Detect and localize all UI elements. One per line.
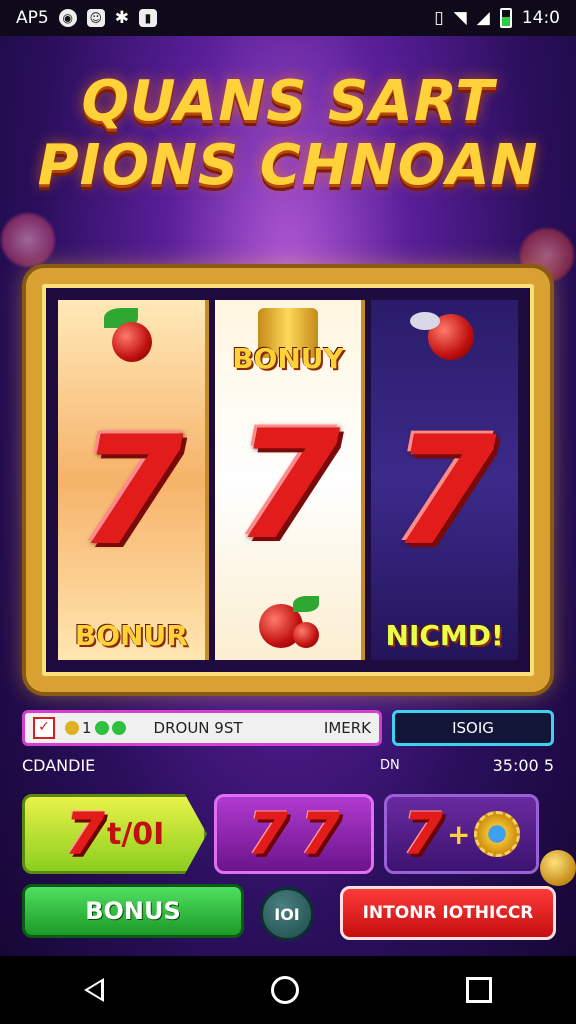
recents-icon[interactable] xyxy=(466,977,493,1003)
seven-symbol: 7 xyxy=(402,800,443,868)
vibrate-icon: ▯ xyxy=(434,8,444,28)
signal-icon: ◢ xyxy=(476,8,490,28)
navigation-bar xyxy=(0,956,576,1024)
mode-label: IMERK xyxy=(323,719,371,737)
slot-machine-frame: 7 BONUR BONUY 7 7 NICMD! xyxy=(26,268,550,692)
back-icon[interactable] xyxy=(83,978,104,1002)
home-icon[interactable] xyxy=(270,976,299,1004)
status-row: CDANDIE DN 35:00 5 xyxy=(22,752,554,778)
gear-icon xyxy=(474,811,521,857)
game-title: QUANS SART PIONS CHNOAN xyxy=(0,70,576,198)
seven-symbol: 7 xyxy=(64,800,105,868)
checkbox-icon[interactable]: ✓ xyxy=(33,717,55,739)
status-mid-text: DN xyxy=(380,757,400,773)
reel-1[interactable]: 7 BONUR xyxy=(58,300,209,660)
bet-card-3[interactable]: 7 + xyxy=(384,794,539,874)
app-icon: ▮ xyxy=(138,9,157,27)
seven-symbol: 7 xyxy=(300,800,341,868)
bet-card-2[interactable]: 7 7 xyxy=(214,794,374,874)
battery-icon xyxy=(499,8,512,28)
title-line-2: PIONS CHNOAN xyxy=(37,133,539,198)
action-buttons: BONUS IOI INTONR IOTHICCR xyxy=(22,884,556,941)
notification-icon: ◉ xyxy=(58,9,77,27)
wifi-icon: ◥ xyxy=(453,8,467,28)
status-left-text: CDANDIE xyxy=(22,755,96,775)
coin-decoration xyxy=(540,850,576,886)
bluetooth-icon: ✱ xyxy=(114,8,129,28)
seven-symbol: 7 xyxy=(79,404,184,579)
bet-panel: ✓ 1 DROUN 9ST IMERK xyxy=(22,710,382,746)
bet-cards: 7 t/0I 7 7 7 + xyxy=(22,794,562,874)
smile-icon: ☺ xyxy=(86,9,105,27)
bonus-symbol-label: BONUY xyxy=(232,342,344,375)
info-bar: ✓ 1 DROUN 9ST IMERK ISOIG xyxy=(22,710,554,746)
seven-symbol: 7 xyxy=(247,800,288,868)
win-symbol-label: NICMD! xyxy=(385,619,504,652)
firework-decoration xyxy=(0,210,56,270)
bonus-symbol-label: BONUR xyxy=(74,619,188,652)
seven-symbol: 7 xyxy=(392,404,497,579)
carrier-label: AP5 xyxy=(16,8,49,28)
reel-3[interactable]: 7 NICMD! xyxy=(371,300,519,660)
bet-label: DROUN 9ST xyxy=(153,719,243,737)
plus-icon: + xyxy=(446,817,471,851)
balance-display: ISOIG xyxy=(392,710,554,746)
timer-value: 35:00 5 xyxy=(492,755,554,775)
bonus-button[interactable]: BONUS xyxy=(22,884,244,938)
bet-card-1[interactable]: 7 t/0I xyxy=(22,794,207,874)
bet-card-text: t/0I xyxy=(107,816,165,852)
title-line-1: QUANS SART xyxy=(81,69,495,134)
reel-2[interactable]: BONUY 7 xyxy=(214,300,366,660)
clock: 14:0 xyxy=(521,8,560,28)
cherry-icon xyxy=(96,308,166,364)
spin-button[interactable]: INTONR IOTHICCR xyxy=(340,886,556,940)
seven-symbol: 7 xyxy=(235,398,341,573)
round-button[interactable]: IOI xyxy=(260,887,314,941)
cherry-icon xyxy=(253,596,323,652)
status-bar: AP5 ◉ ☺ ✱ ▮ ▯ ◥ ◢ 14:0 xyxy=(0,0,576,36)
cherry-icon xyxy=(409,308,480,364)
reels: 7 BONUR BONUY 7 7 NICMD! xyxy=(58,300,519,660)
counter-value: 1 xyxy=(65,719,126,737)
